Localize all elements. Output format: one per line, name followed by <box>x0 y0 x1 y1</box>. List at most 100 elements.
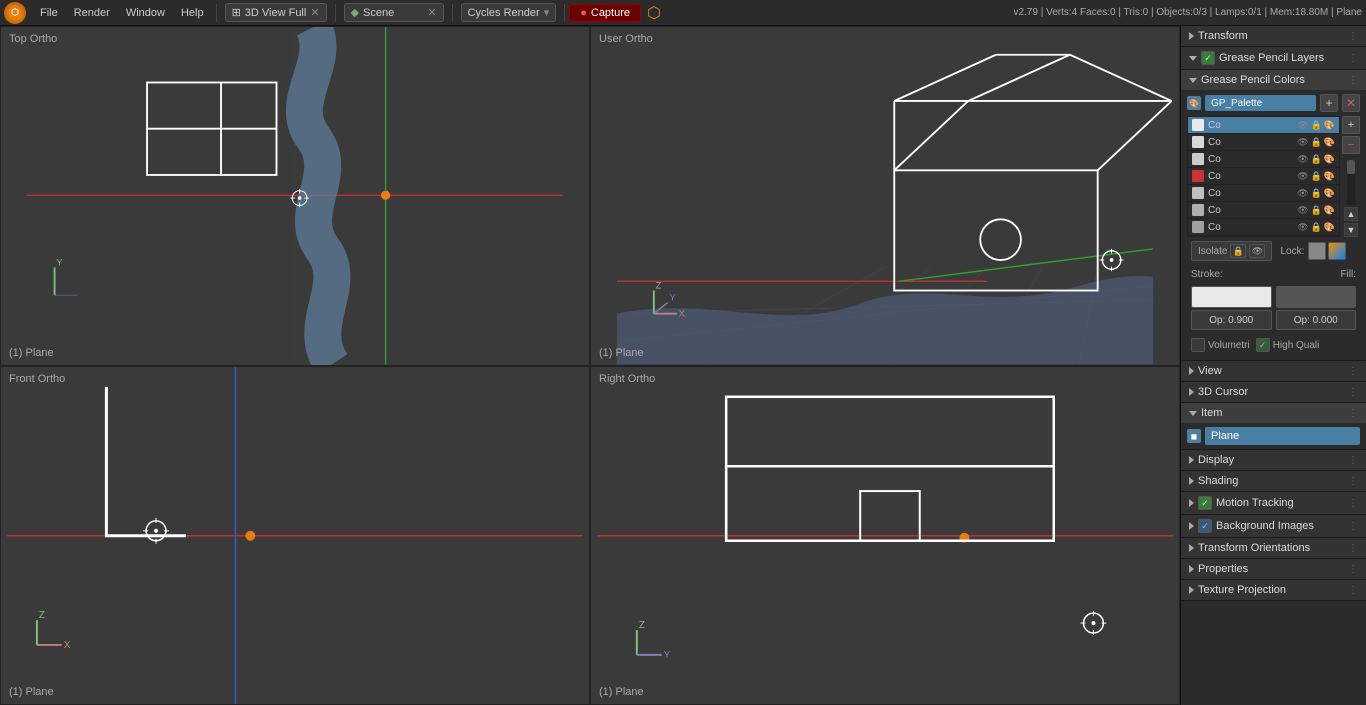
isolate-icon-box[interactable]: 🔒 <box>1230 244 1246 258</box>
workspace-selector[interactable]: ⊞ 3D View Full ✕ <box>225 3 327 22</box>
transform-header[interactable]: Transform ⋮ <box>1181 26 1366 46</box>
lock-icon-5[interactable]: 🔒 <box>1311 205 1322 216</box>
display-collapse-icon <box>1189 456 1194 464</box>
scene-close-icon[interactable]: ✕ <box>427 6 436 19</box>
palette-icon-4[interactable]: 🎨 <box>1324 188 1335 199</box>
texture-projection-section: Texture Projection ⋮ <box>1181 580 1366 601</box>
eye-icon-4[interactable]: 👁 <box>1297 188 1308 199</box>
high-quality-label: High Quali <box>1273 340 1320 351</box>
palette-icon-5[interactable]: 🎨 <box>1324 205 1335 216</box>
color-item-6[interactable]: Co 👁 🔒 🎨 <box>1188 219 1339 236</box>
lock-icon-1[interactable]: 🔒 <box>1311 137 1322 148</box>
menu-help[interactable]: Help <box>173 5 212 21</box>
fill-opacity-field[interactable]: Op: 0.000 <box>1276 310 1357 330</box>
lock-color-btn-gradient[interactable] <box>1328 242 1346 260</box>
viewport-bottom-left[interactable]: Front Ortho <box>0 366 590 705</box>
texture-projection-header[interactable]: Texture Projection ⋮ <box>1181 580 1366 600</box>
workspace-label: 3D View Full <box>245 7 307 19</box>
palette-icon-0[interactable]: 🎨 <box>1324 120 1335 131</box>
color-item-3[interactable]: Co 👁 🔒 🎨 <box>1188 168 1339 185</box>
viewport-top-left[interactable]: Top Ortho <box>0 26 590 366</box>
color-down-btn[interactable]: ▼ <box>1344 223 1358 237</box>
color-item-1[interactable]: Co 👁 🔒 🎨 <box>1188 134 1339 151</box>
color-remove-btn[interactable]: − <box>1342 136 1360 154</box>
volumetric-cb-item[interactable]: Volumetri <box>1191 338 1250 352</box>
lock-icon-4[interactable]: 🔒 <box>1311 188 1322 199</box>
gp-colors-header[interactable]: Grease Pencil Colors ⋮ <box>1181 70 1366 90</box>
volumetric-checkbox[interactable] <box>1191 338 1205 352</box>
background-images-header[interactable]: ✓ Background Images ⋮ <box>1181 515 1366 537</box>
gp-layers-checkbox[interactable]: ✓ <box>1201 51 1215 65</box>
capture-icon: ● <box>580 7 587 19</box>
display-section: Display ⋮ <box>1181 450 1366 471</box>
motion-tracking-checkbox[interactable]: ✓ <box>1198 496 1212 510</box>
palette-icon-6[interactable]: 🎨 <box>1324 222 1335 233</box>
color-scrollbar[interactable] <box>1347 160 1355 205</box>
stroke-color-box[interactable] <box>1191 286 1272 308</box>
viewport-bottom-right-svg: Z Y <box>591 367 1179 705</box>
display-header[interactable]: Display ⋮ <box>1181 450 1366 470</box>
color-item-5[interactable]: Co 👁 🔒 🎨 <box>1188 202 1339 219</box>
background-images-cb-wrapper: ✓ Background Images <box>1198 519 1314 533</box>
lock-icon-6[interactable]: 🔒 <box>1311 222 1322 233</box>
gp-layers-header[interactable]: ✓ Grease Pencil Layers ⋮ <box>1181 47 1366 69</box>
scene-selector[interactable]: ◆ Scene ✕ <box>344 3 444 22</box>
stroke-label: Stroke: <box>1191 269 1223 280</box>
item-name-input[interactable]: Plane <box>1205 427 1360 445</box>
menu-window[interactable]: Window <box>118 5 173 21</box>
lock-icon-0[interactable]: 🔒 <box>1311 120 1322 131</box>
lock-icon-3[interactable]: 🔒 <box>1311 171 1322 182</box>
viewport-bottom-right[interactable]: Right Ortho <box>590 366 1180 705</box>
high-quality-check-icon: ✓ <box>1259 340 1267 351</box>
eye-icon-5[interactable]: 👁 <box>1297 205 1308 216</box>
color-item-0[interactable]: Co 👁 🔒 🎨 <box>1188 117 1339 134</box>
workspace-close-icon[interactable]: ✕ <box>310 6 319 19</box>
palette-remove-btn[interactable]: ✕ <box>1342 94 1360 112</box>
background-images-checkbox[interactable]: ✓ <box>1198 519 1212 533</box>
menu-file[interactable]: File <box>32 5 66 21</box>
eye-icon-3[interactable]: 👁 <box>1297 171 1308 182</box>
item-header[interactable]: Item ⋮ <box>1181 403 1366 423</box>
motion-tracking-header[interactable]: ✓ Motion Tracking ⋮ <box>1181 492 1366 514</box>
color-item-4[interactable]: Co 👁 🔒 🎨 <box>1188 185 1339 202</box>
palette-add-btn[interactable]: + <box>1320 94 1338 112</box>
high-quality-cb-item[interactable]: ✓ High Quali <box>1256 338 1320 352</box>
color-add-btn[interactable]: + <box>1342 116 1360 134</box>
color-icons-4: 👁 🔒 🎨 <box>1297 188 1335 199</box>
eye-icon-2[interactable]: 👁 <box>1297 154 1308 165</box>
palette-icon-2[interactable]: 🎨 <box>1324 154 1335 165</box>
isolate-eye-box[interactable]: 👁 <box>1249 244 1265 258</box>
item-content: ◼ Plane <box>1181 423 1366 449</box>
background-images-check-icon: ✓ <box>1201 521 1209 532</box>
properties-header[interactable]: Properties ⋮ <box>1181 559 1366 579</box>
stroke-opacity-field[interactable]: Op: 0.900 <box>1191 310 1272 330</box>
lock-icon-2[interactable]: 🔒 <box>1311 154 1322 165</box>
workspace-grid-icon: ⊞ <box>232 6 241 19</box>
capture-button[interactable]: ● Capture <box>569 4 641 22</box>
motion-tracking-cb-wrapper: ✓ Motion Tracking <box>1198 496 1294 510</box>
menu-render[interactable]: Render <box>66 5 118 21</box>
fill-color-box[interactable] <box>1276 286 1357 308</box>
eye-icon-0[interactable]: 👁 <box>1297 120 1308 131</box>
cursor-header[interactable]: 3D Cursor ⋮ <box>1181 382 1366 402</box>
shading-section: Shading ⋮ <box>1181 471 1366 492</box>
color-up-btn[interactable]: ▲ <box>1344 207 1358 221</box>
view-header[interactable]: View ⋮ <box>1181 361 1366 381</box>
transform-orientations-header[interactable]: Transform Orientations ⋮ <box>1181 538 1366 558</box>
palette-icon-1[interactable]: 🎨 <box>1324 137 1335 148</box>
high-quality-checkbox[interactable]: ✓ <box>1256 338 1270 352</box>
viewport-top-right[interactable]: User Ortho <box>590 26 1180 366</box>
shading-header[interactable]: Shading ⋮ <box>1181 471 1366 491</box>
palette-icon-3[interactable]: 🎨 <box>1324 171 1335 182</box>
eye-icon-6[interactable]: 👁 <box>1297 222 1308 233</box>
scene-icon: ◆ <box>351 6 359 19</box>
item-icon: ◼ <box>1187 429 1201 443</box>
isolate-button[interactable]: Isolate 🔒 👁 <box>1191 241 1272 261</box>
palette-name-input[interactable]: GP_Palette <box>1205 95 1316 111</box>
render-engine-selector[interactable]: Cycles Render ▾ <box>461 3 557 22</box>
gp-layers-cb-wrapper: ✓ Grease Pencil Layers <box>1201 51 1324 65</box>
opacity-row: Op: 0.900 Op: 0.000 <box>1187 310 1360 334</box>
lock-color-btn-gray[interactable] <box>1308 242 1326 260</box>
eye-icon-1[interactable]: 👁 <box>1297 137 1308 148</box>
color-item-2[interactable]: Co 👁 🔒 🎨 <box>1188 151 1339 168</box>
